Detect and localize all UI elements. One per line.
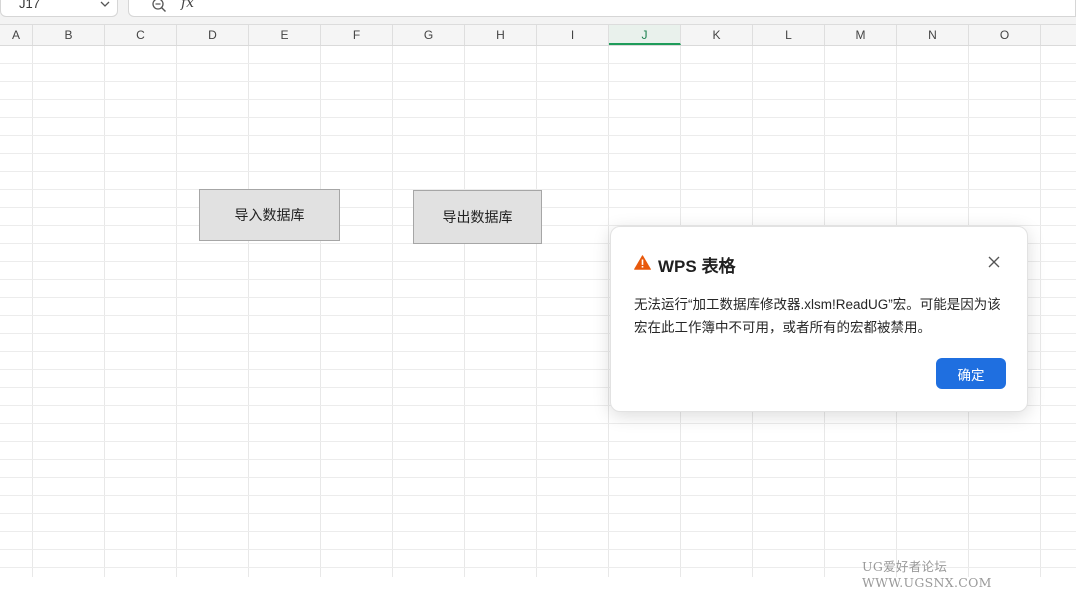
grid-column-line <box>32 46 33 577</box>
column-header-k[interactable]: K <box>681 25 753 45</box>
column-header-o[interactable]: O <box>969 25 1041 45</box>
grid-column-line <box>1040 46 1041 577</box>
column-header-c[interactable]: C <box>105 25 177 45</box>
grid-column-line <box>176 46 177 577</box>
zoom-icon[interactable] <box>151 0 167 13</box>
grid-row-line <box>0 549 1076 550</box>
grid-column-line <box>536 46 537 577</box>
name-box-value: J17 <box>19 0 40 11</box>
column-header-e[interactable]: E <box>249 25 321 45</box>
grid-row-line <box>0 441 1076 442</box>
grid-row-line <box>0 459 1076 460</box>
grid-row-line <box>0 135 1076 136</box>
grid-row-line <box>0 495 1076 496</box>
chevron-down-icon[interactable] <box>99 0 111 9</box>
column-header-h[interactable]: H <box>465 25 537 45</box>
fx-icon[interactable]: fx <box>181 0 194 11</box>
column-header-d[interactable]: D <box>177 25 249 45</box>
dialog-title: WPS 表格 <box>658 257 736 276</box>
name-box[interactable]: J17 <box>0 0 118 17</box>
column-header-m[interactable]: M <box>825 25 897 45</box>
macro-error-dialog: WPS 表格 无法运行“加工数据库修改器.xlsm!ReadUG”宏。可能是因为… <box>610 226 1028 412</box>
column-header-f[interactable]: F <box>321 25 393 45</box>
grid-column-line <box>248 46 249 577</box>
warning-icon <box>634 255 651 270</box>
grid-column-line <box>392 46 393 577</box>
grid-row-line <box>0 117 1076 118</box>
column-header-n[interactable]: N <box>897 25 969 45</box>
grid-row-line <box>0 477 1076 478</box>
import-database-button[interactable]: 导入数据库 <box>199 189 340 241</box>
grid-row-line <box>0 171 1076 172</box>
ok-button[interactable]: 确定 <box>936 358 1006 389</box>
close-icon[interactable] <box>987 255 1001 269</box>
column-header-b[interactable]: B <box>33 25 105 45</box>
formula-bar: J17 fx <box>0 0 1076 25</box>
grid-row-line <box>0 513 1076 514</box>
dialog-message: 无法运行“加工数据库修改器.xlsm!ReadUG”宏。可能是因为该宏在此工作簿… <box>634 297 1001 335</box>
grid-row-line <box>0 63 1076 64</box>
grid-column-line <box>608 46 609 577</box>
grid-row-line <box>0 153 1076 154</box>
grid-column-line <box>104 46 105 577</box>
column-header-l[interactable]: L <box>753 25 825 45</box>
watermark: UG爱好者论坛 WWW.UGSNX.COM <box>862 559 992 590</box>
formula-input[interactable]: fx <box>128 0 1076 17</box>
column-header-j[interactable]: J <box>609 25 681 45</box>
column-header-a[interactable]: A <box>0 25 33 45</box>
grid-column-line <box>464 46 465 577</box>
export-database-button[interactable]: 导出数据库 <box>413 190 542 244</box>
grid-row-line <box>0 423 1076 424</box>
column-header-row: ABCDEFGHIJKLMNO <box>0 25 1076 46</box>
column-header-i[interactable]: I <box>537 25 609 45</box>
grid-row-line <box>0 531 1076 532</box>
column-header-g[interactable]: G <box>393 25 465 45</box>
grid-row-line <box>0 81 1076 82</box>
grid-column-line <box>320 46 321 577</box>
grid-row-line <box>0 99 1076 100</box>
